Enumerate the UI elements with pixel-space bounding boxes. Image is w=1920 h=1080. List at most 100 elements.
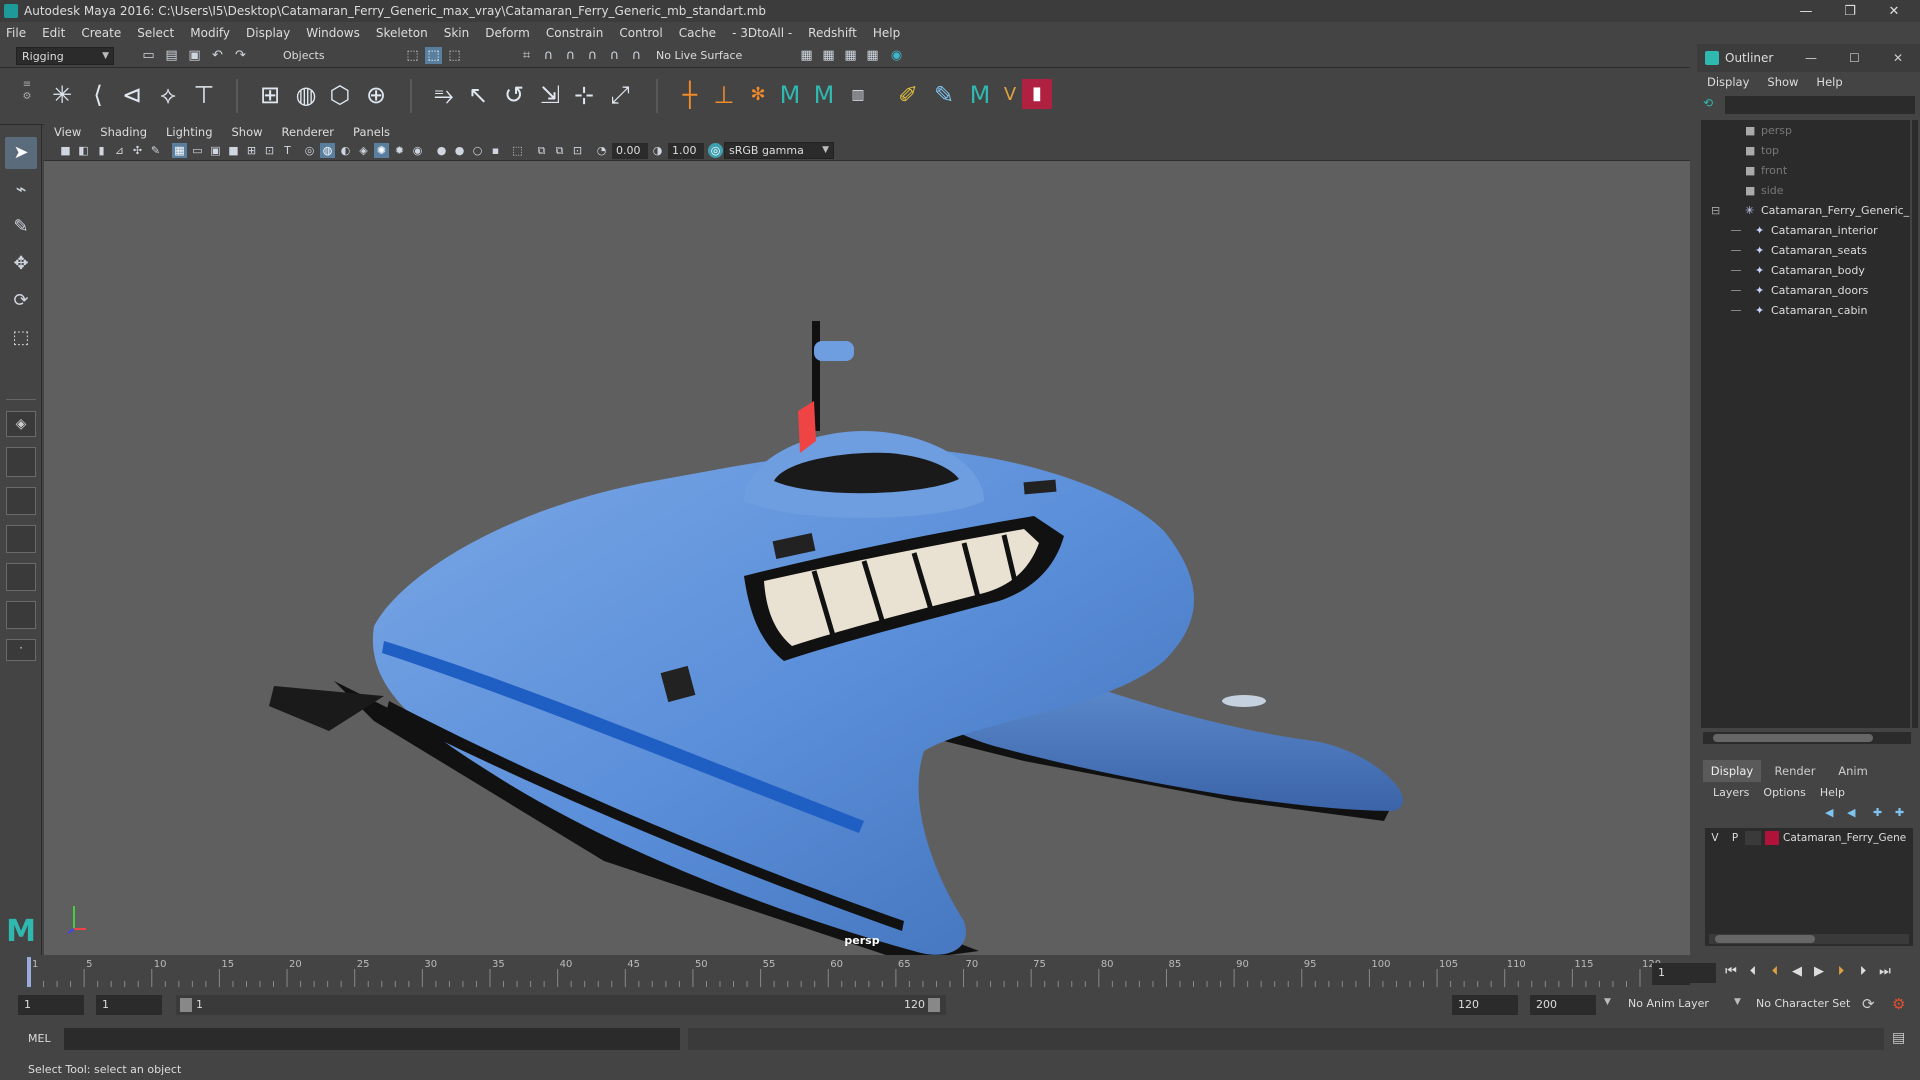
viewport-menu-view[interactable]: View bbox=[54, 125, 81, 139]
field-chart-icon[interactable]: ⊞ bbox=[244, 143, 259, 158]
2d-pan-icon[interactable]: ✣ bbox=[130, 143, 145, 158]
gamma-field[interactable]: 1.00 bbox=[668, 143, 704, 159]
outliner-item[interactable]: ✦ Catamaran_interior bbox=[1701, 220, 1910, 240]
maya-tool-icon[interactable]: M bbox=[774, 79, 806, 111]
menu-help[interactable]: Help bbox=[873, 26, 900, 40]
anim-layer-dropdown[interactable]: No Anim Layer bbox=[1628, 997, 1709, 1010]
outliner-layout-icon[interactable] bbox=[6, 525, 36, 553]
attribute-icon[interactable]: ▥ bbox=[842, 79, 874, 111]
play-forwards-icon[interactable]: ▶ bbox=[1810, 963, 1828, 981]
render-frame-icon[interactable]: ▦ bbox=[820, 47, 837, 64]
menu-constrain[interactable]: Constrain bbox=[546, 26, 604, 40]
isolate-select-icon[interactable]: ▪ bbox=[488, 143, 503, 158]
outliner-search-input[interactable] bbox=[1725, 96, 1915, 114]
gate-mask-icon[interactable]: ■ bbox=[226, 143, 241, 158]
snap-grid-icon[interactable]: ⌗ bbox=[518, 47, 535, 64]
ik-spline-icon[interactable]: ⊲ bbox=[116, 79, 148, 111]
smooth-shade-icon[interactable]: ◍ bbox=[320, 143, 335, 158]
viewport-3d-scene[interactable]: persp bbox=[44, 161, 1690, 955]
gamma-icon[interactable]: ◑ bbox=[650, 143, 665, 158]
range-start-handle[interactable] bbox=[180, 998, 192, 1012]
playback-start-field[interactable]: 1 bbox=[96, 995, 162, 1015]
menu-redshift[interactable]: Redshift bbox=[808, 26, 857, 40]
menu-display[interactable]: Display bbox=[246, 26, 290, 40]
go-to-end-icon[interactable]: ⏭ bbox=[1876, 963, 1894, 981]
step-back-frame-icon[interactable]: ⏴ bbox=[1766, 963, 1784, 981]
menu-skin[interactable]: Skin bbox=[444, 26, 470, 40]
brush-icon[interactable]: ✎ bbox=[928, 79, 960, 111]
exposure-icon[interactable]: ◔ bbox=[594, 143, 609, 158]
menu-skeleton[interactable]: Skeleton bbox=[376, 26, 428, 40]
xray-components-icon[interactable]: ⧉ bbox=[552, 143, 567, 158]
tab-anim[interactable]: Anim bbox=[1825, 760, 1881, 782]
tab-display[interactable]: Display bbox=[1703, 760, 1761, 782]
snap-surface-icon[interactable]: ∩ bbox=[606, 47, 623, 64]
constraint-pole-icon[interactable]: ⤢ bbox=[604, 79, 636, 111]
outliner-item[interactable]: ■ persp bbox=[1701, 120, 1910, 140]
outliner-close-button[interactable]: ✕ bbox=[1893, 51, 1903, 65]
constraint-aim-icon[interactable]: ⊹ bbox=[568, 79, 600, 111]
save-scene-icon[interactable]: ▣ bbox=[186, 47, 203, 64]
hik-icon[interactable]: ✻ bbox=[742, 79, 774, 111]
end-time-field[interactable]: 200 bbox=[1530, 995, 1596, 1015]
current-frame-field[interactable]: 1 bbox=[1652, 963, 1716, 983]
layer-menu-options[interactable]: Options bbox=[1763, 786, 1805, 799]
anim-prefs-icon[interactable]: ⚙ bbox=[1892, 995, 1905, 1013]
new-scene-icon[interactable]: ▭ bbox=[140, 47, 157, 64]
textured-icon[interactable]: ◈ bbox=[356, 143, 371, 158]
menu-deform[interactable]: Deform bbox=[485, 26, 530, 40]
open-scene-icon[interactable]: ▤ bbox=[163, 47, 180, 64]
select-component-icon[interactable]: ⬚ bbox=[446, 47, 463, 64]
layer-color-swatch[interactable] bbox=[1765, 831, 1779, 845]
outliner-filter-icon[interactable]: ⟲ bbox=[1703, 96, 1719, 112]
layer-horizontal-scrollbar[interactable] bbox=[1709, 934, 1909, 944]
undo-icon[interactable]: ↶ bbox=[209, 47, 226, 64]
layer-playback-toggle[interactable]: P bbox=[1725, 832, 1745, 844]
scrollbar-thumb[interactable] bbox=[1713, 734, 1873, 742]
grease-pencil-icon[interactable]: ✎ bbox=[148, 143, 163, 158]
outliner-menu-display[interactable]: Display bbox=[1707, 75, 1749, 89]
xray-icon[interactable]: ⬚ bbox=[510, 143, 525, 158]
shelf-menu-icon[interactable]: ≡ ⚙ bbox=[20, 79, 34, 115]
ambient-occlusion-icon[interactable]: ◉ bbox=[410, 143, 425, 158]
outliner-item[interactable]: ✦ Catamaran_body bbox=[1701, 260, 1910, 280]
paint-select-tool-icon[interactable]: ✎ bbox=[5, 211, 37, 243]
bind-skin-icon[interactable]: ⊞ bbox=[254, 79, 286, 111]
menu-cache[interactable]: Cache bbox=[679, 26, 716, 40]
catamaran-model[interactable] bbox=[269, 321, 1403, 955]
scale-tool-icon[interactable]: ⬚ bbox=[5, 322, 37, 354]
outliner-minimize-button[interactable]: — bbox=[1805, 51, 1817, 65]
range-slider[interactable]: 1 120 bbox=[176, 995, 946, 1015]
outliner-horizontal-scrollbar[interactable] bbox=[1703, 732, 1911, 744]
layer-visibility-toggle[interactable]: V bbox=[1705, 832, 1725, 844]
menu-3dtoall[interactable]: - 3DtoAll - bbox=[732, 26, 792, 40]
outliner-item[interactable]: ■ side bbox=[1701, 180, 1910, 200]
menu-control[interactable]: Control bbox=[619, 26, 662, 40]
viewport-menu-panels[interactable]: Panels bbox=[353, 125, 390, 139]
ik-handle-icon[interactable]: ⟨ bbox=[82, 79, 114, 111]
exposure-field[interactable]: 0.00 bbox=[612, 143, 648, 159]
four-view-layout-icon[interactable] bbox=[6, 447, 36, 477]
outliner-maximize-button[interactable]: ☐ bbox=[1849, 51, 1860, 65]
viewport-menu-lighting[interactable]: Lighting bbox=[166, 125, 212, 139]
viewport-menu-show[interactable]: Show bbox=[232, 125, 263, 139]
camera-attr-icon[interactable]: ◧ bbox=[76, 143, 91, 158]
safe-title-icon[interactable]: T bbox=[280, 143, 295, 158]
snap-view-icon[interactable]: ∩ bbox=[584, 47, 601, 64]
range-end-handle[interactable] bbox=[928, 998, 940, 1012]
render-settings-icon[interactable]: ▦ bbox=[864, 47, 881, 64]
joint-tool-icon[interactable]: ✳ bbox=[46, 79, 78, 111]
ipr-render-icon[interactable]: ▦ bbox=[842, 47, 859, 64]
new-layer-selected-icon[interactable]: ✚ bbox=[1895, 806, 1904, 819]
wireframe-icon[interactable]: ◎ bbox=[302, 143, 317, 158]
maya-tool-2-icon[interactable]: M bbox=[808, 79, 840, 111]
outliner-menu-show[interactable]: Show bbox=[1767, 75, 1798, 89]
grid-icon[interactable]: ▦ bbox=[172, 143, 187, 158]
menuset-dropdown[interactable]: Rigging ▼ bbox=[16, 47, 114, 65]
layer-menu-help[interactable]: Help bbox=[1820, 786, 1845, 799]
command-input[interactable] bbox=[64, 1028, 680, 1050]
paint-tool-icon[interactable]: ✐ bbox=[892, 79, 924, 111]
script-language-toggle[interactable]: MEL bbox=[28, 1032, 51, 1045]
menu-windows[interactable]: Windows bbox=[306, 26, 360, 40]
colorspace-dropdown[interactable]: sRGB gamma ▼ bbox=[724, 142, 834, 159]
